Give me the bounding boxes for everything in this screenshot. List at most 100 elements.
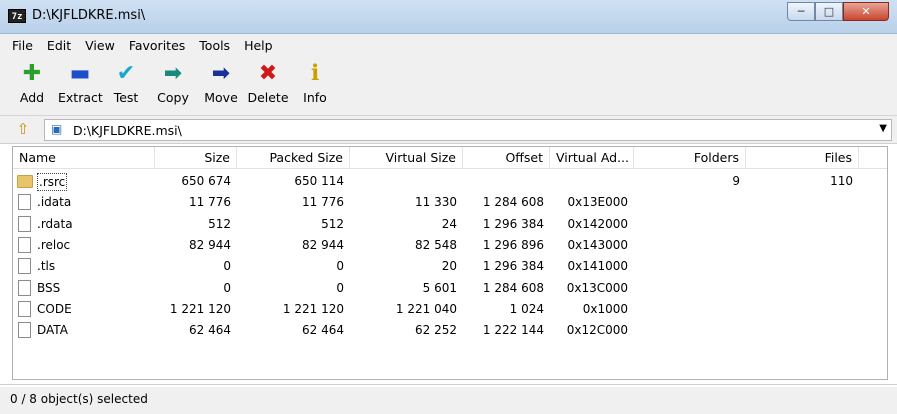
files-cell [746,278,859,299]
folders-cell [634,278,746,299]
packed-size-cell: 11 776 [302,195,344,210]
files-cell [746,235,859,256]
add-button[interactable]: ✚ Add [10,60,54,105]
column-files[interactable]: Files [746,147,859,169]
item-name: BSS [37,280,61,295]
name-cell: .rdata [13,214,155,235]
packed-size-cell: 82 944 [302,237,344,252]
size-cell: 82 944 [189,237,231,252]
column-header: Name Size Packed Size Virtual Size Offse… [13,147,887,169]
delete-label: Delete [247,90,289,105]
toolbar: ✚ Add ▬ Extract ✔ Test ➡ Copy ➡ Move ✖ D… [0,56,897,116]
folders-cell [634,256,746,277]
table-row[interactable]: .idata 11 776 11 776 11 330 1 284 608 0x13E00… [13,192,887,213]
copy-icon: ➡ [163,61,183,86]
virtual-size-cell: 20 [441,259,457,274]
packed-size-cell: 62 464 [302,323,344,338]
item-name: .rdata [37,216,73,231]
virtual-address-cell: 0x12C000 [566,323,628,338]
menu-file[interactable]: File [12,38,33,53]
column-virtual-size[interactable]: Virtual Size [350,147,463,169]
offset-cell: 1 024 [509,301,544,316]
info-button[interactable]: ℹ Info [293,60,337,105]
file-list[interactable]: Name Size Packed Size Virtual Size Offse… [12,146,888,380]
file-icon [18,300,31,317]
size-cell: 1 221 120 [169,301,231,316]
menu-bar: File Edit View Favorites Tools Help [0,34,897,56]
chevron-down-icon[interactable]: ▼ [879,123,887,134]
size-cell: 0 [223,280,231,295]
table-row[interactable]: BSS 0 0 5 601 1 284 608 0x13C000 [13,278,887,299]
close-button[interactable]: ✕ [843,2,889,21]
move-icon: ➡ [211,61,231,86]
name-cell: BSS [13,278,155,299]
delete-button[interactable]: ✖ Delete [246,60,290,105]
packed-size-cell: 0 [336,259,344,274]
folder-up-icon[interactable]: ⇧ [12,120,34,140]
offset-cell [463,171,550,192]
virtual-size-cell [350,171,463,192]
folders-cell [634,299,746,320]
copy-label: Copy [157,90,189,105]
virtual-size-cell: 62 252 [415,323,457,338]
address-bar: ⇧ ▣ D:\KJFLDKRE.msi\ ▼ [0,116,897,144]
move-label: Move [204,90,238,105]
offset-cell: 1 296 384 [482,216,544,231]
menu-edit[interactable]: Edit [47,38,71,53]
app-7z-icon: 7z [8,9,26,23]
file-icon [18,215,31,232]
add-icon: ✚ [22,61,42,86]
virtual-address-cell: 0x1000 [582,301,628,316]
column-name[interactable]: Name [13,147,155,169]
folders-cell [634,320,746,341]
size-cell: 512 [208,216,231,231]
info-label: Info [303,90,327,105]
item-name: .tls [37,259,56,274]
packed-size-cell: 1 221 120 [282,301,344,316]
column-virtual-address[interactable]: Virtual Ad... [550,147,634,169]
folders-cell [634,235,746,256]
menu-view[interactable]: View [85,38,115,53]
extract-icon: ▬ [69,61,91,86]
table-row[interactable]: .rdata 512 512 24 1 296 384 0x142000 [13,214,887,235]
table-row[interactable]: .rsrc 650 674 650 114 9 110 [13,171,887,192]
copy-button[interactable]: ➡ Copy [151,60,195,105]
table-row[interactable]: .tls 0 0 20 1 296 384 0x141000 [13,256,887,277]
extract-button[interactable]: ▬ Extract [58,60,103,105]
title-bar: 7z D:\KJFLDKRE.msi\ ─ □ ✕ [0,0,897,34]
virtual-address-cell [550,171,634,192]
table-row[interactable]: .reloc 82 944 82 944 82 548 1 296 896 0x14300… [13,235,887,256]
extract-label: Extract [58,90,103,105]
minimize-button[interactable]: ─ [787,2,815,21]
packed-size-cell: 650 114 [294,174,344,188]
test-button[interactable]: ✔ Test [104,60,148,105]
files-cell [746,320,859,341]
virtual-size-cell: 11 330 [415,195,457,210]
offset-cell: 1 296 384 [482,259,544,274]
maximize-button[interactable]: □ [815,2,843,21]
size-cell: 0 [223,259,231,274]
offset-cell: 1 284 608 [482,195,544,210]
window-title: D:\KJFLDKRE.msi\ [32,8,146,23]
menu-tools[interactable]: Tools [199,38,230,53]
status-divider [0,385,897,387]
column-folders[interactable]: Folders [634,147,746,169]
files-cell [746,214,859,235]
item-name: CODE [37,301,72,316]
column-offset[interactable]: Offset [463,147,550,169]
name-cell: .idata [13,192,155,213]
files-cell [746,192,859,213]
menu-favorites[interactable]: Favorites [129,38,185,53]
table-row[interactable]: CODE 1 221 120 1 221 120 1 221 040 1 024 0x10… [13,299,887,320]
menu-help[interactable]: Help [244,38,273,53]
offset-cell: 1 284 608 [482,280,544,295]
table-row[interactable]: DATA 62 464 62 464 62 252 1 222 144 0x12C000 [13,320,887,341]
files-cell [746,299,859,320]
file-icon [18,236,31,253]
path-field[interactable]: ▣ D:\KJFLDKRE.msi\ ▼ [44,119,892,141]
file-icon [18,258,31,275]
move-button[interactable]: ➡ Move [199,60,243,105]
column-size[interactable]: Size [155,147,237,169]
column-packed-size[interactable]: Packed Size [237,147,350,169]
file-icon [18,194,31,211]
